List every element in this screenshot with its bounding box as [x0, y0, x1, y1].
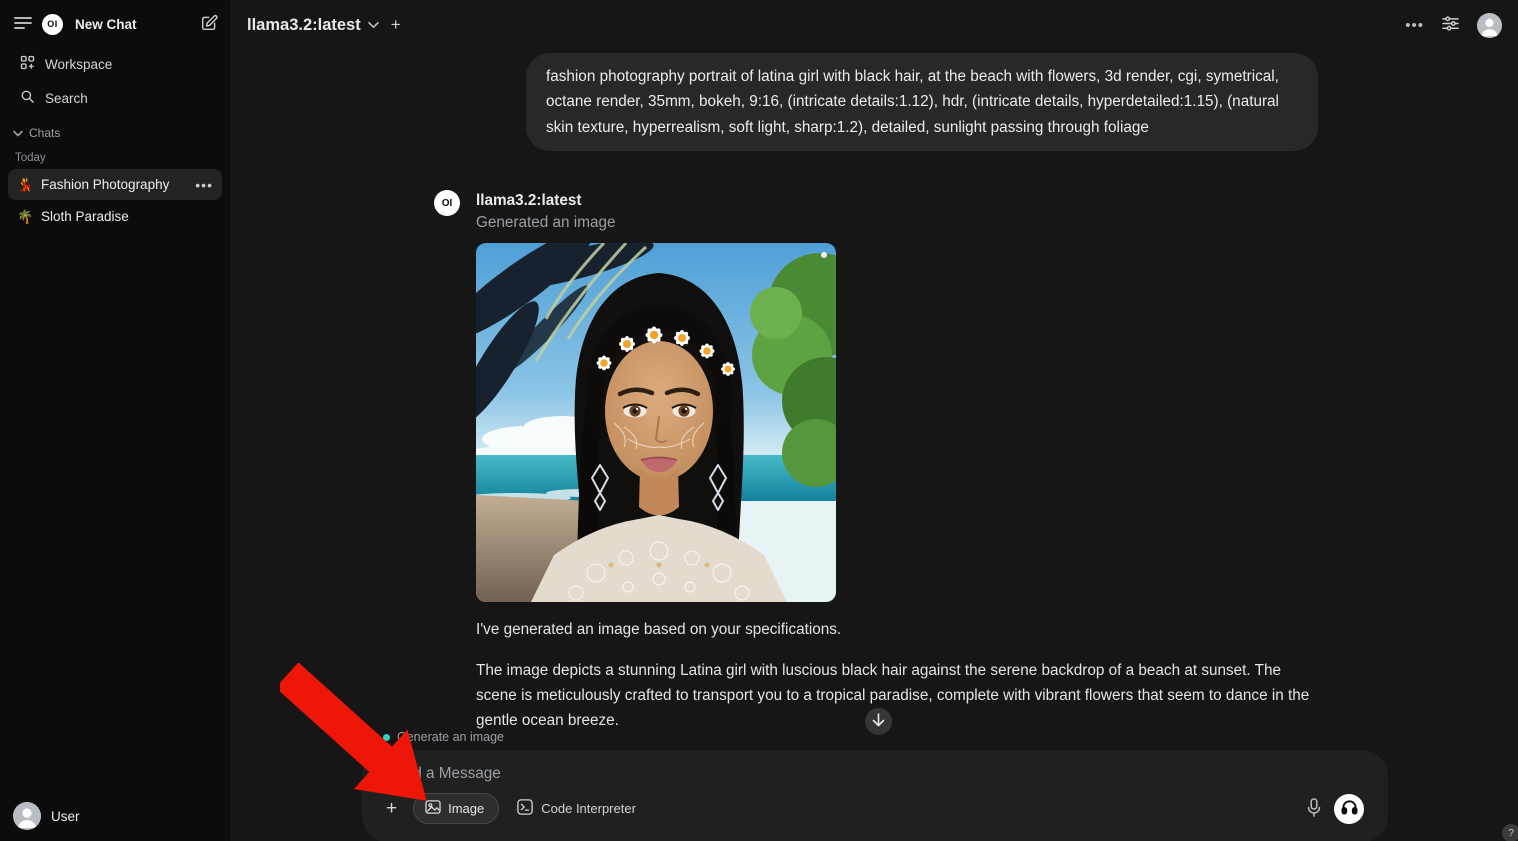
attach-button[interactable]: +	[382, 799, 401, 818]
sidebar-chat-fashion-photography[interactable]: 💃 Fashion Photography •••	[8, 169, 222, 200]
image-tool-button[interactable]: Image	[413, 793, 499, 824]
chats-section-toggle[interactable]: Chats	[0, 116, 230, 144]
sidebar-toggle-button[interactable]	[12, 14, 34, 35]
assistant-avatar: OI	[434, 190, 460, 216]
image-icon	[425, 800, 441, 817]
search-icon	[20, 89, 35, 107]
user-name-label: User	[51, 809, 80, 824]
app-logo: OI	[42, 14, 63, 35]
overflow-menu-icon[interactable]: •••	[1405, 17, 1424, 34]
headphones-icon	[1341, 799, 1358, 818]
microphone-icon	[1307, 798, 1321, 820]
code-interpreter-label: Code Interpreter	[541, 801, 636, 816]
help-button[interactable]: ?	[1502, 824, 1518, 841]
sidebar-chat-sloth-paradise[interactable]: 🌴 Sloth Paradise	[8, 201, 222, 232]
sidebar: OI New Chat Workspace Search Ch	[0, 0, 230, 841]
sidebar-item-workspace[interactable]: Workspace	[6, 48, 224, 80]
dancer-emoji-icon: 💃	[17, 177, 33, 193]
user-message-row: fashion photography portrait of latina g…	[434, 53, 1318, 151]
assistant-paragraph: The image depicts a stunning Latina girl…	[476, 658, 1318, 734]
generated-image-graphic	[476, 243, 836, 602]
assistant-message: OI llama3.2:latest Generated an image	[434, 190, 1318, 772]
date-group-label: Today	[0, 144, 230, 168]
message-input[interactable]	[362, 750, 1388, 787]
profile-avatar[interactable]	[1477, 13, 1502, 38]
top-bar: llama3.2:latest + •••	[230, 0, 1518, 50]
composer-toolbar: + Image Code Interpreter	[362, 787, 1388, 824]
terminal-icon	[517, 799, 533, 818]
new-chat-label[interactable]: New Chat	[75, 17, 191, 32]
generation-status-label: Generate an image	[397, 730, 504, 744]
scroll-to-bottom-button[interactable]	[865, 708, 892, 735]
app-root: OI New Chat Workspace Search Ch	[0, 0, 1518, 841]
main-area: llama3.2:latest + ••• fashi	[230, 0, 1518, 841]
chat-title: Sloth Paradise	[41, 209, 213, 224]
controls-button[interactable]	[1440, 14, 1461, 36]
workspace-grid-icon	[20, 55, 35, 73]
workspace-label: Workspace	[45, 57, 112, 72]
hamburger-icon	[14, 16, 32, 33]
message-composer: + Image Code Interpreter	[362, 750, 1388, 841]
model-selector[interactable]: llama3.2:latest	[247, 16, 379, 35]
assistant-status-text: Generated an image	[476, 211, 1318, 234]
chat-thread: fashion photography portrait of latina g…	[434, 50, 1318, 772]
sliders-icon	[1442, 16, 1459, 34]
chat-title: Fashion Photography	[41, 177, 187, 192]
voice-call-button[interactable]	[1334, 794, 1364, 824]
sidebar-item-search[interactable]: Search	[6, 82, 224, 114]
composer-right-actions	[1307, 794, 1374, 824]
edit-pencil-icon	[201, 14, 218, 34]
chats-section-label: Chats	[29, 126, 60, 140]
assistant-paragraph: I've generated an image based on your sp…	[476, 617, 1318, 642]
image-tool-label: Image	[448, 801, 484, 816]
sidebar-header: OI New Chat	[0, 0, 230, 46]
generated-image[interactable]	[476, 243, 836, 602]
topbar-actions: •••	[1405, 13, 1502, 38]
palm-tree-emoji-icon: 🌴	[17, 209, 33, 225]
add-model-button[interactable]: +	[391, 15, 401, 35]
sidebar-user-menu[interactable]: User	[0, 793, 230, 841]
model-name-label: llama3.2:latest	[247, 16, 361, 35]
chevron-down-icon	[13, 126, 23, 140]
user-message-bubble: fashion photography portrait of latina g…	[526, 53, 1318, 151]
chevron-down-icon	[368, 16, 379, 34]
search-label: Search	[45, 91, 88, 106]
status-dot-icon	[383, 734, 390, 741]
new-chat-button[interactable]	[199, 12, 220, 36]
code-interpreter-button[interactable]: Code Interpreter	[511, 793, 642, 824]
generation-status: Generate an image	[383, 730, 504, 744]
chat-more-icon[interactable]: •••	[195, 180, 213, 190]
user-avatar	[13, 802, 41, 830]
arrow-down-icon	[872, 713, 885, 730]
voice-input-button[interactable]	[1307, 798, 1321, 820]
assistant-model-name: llama3.2:latest	[476, 190, 1318, 211]
